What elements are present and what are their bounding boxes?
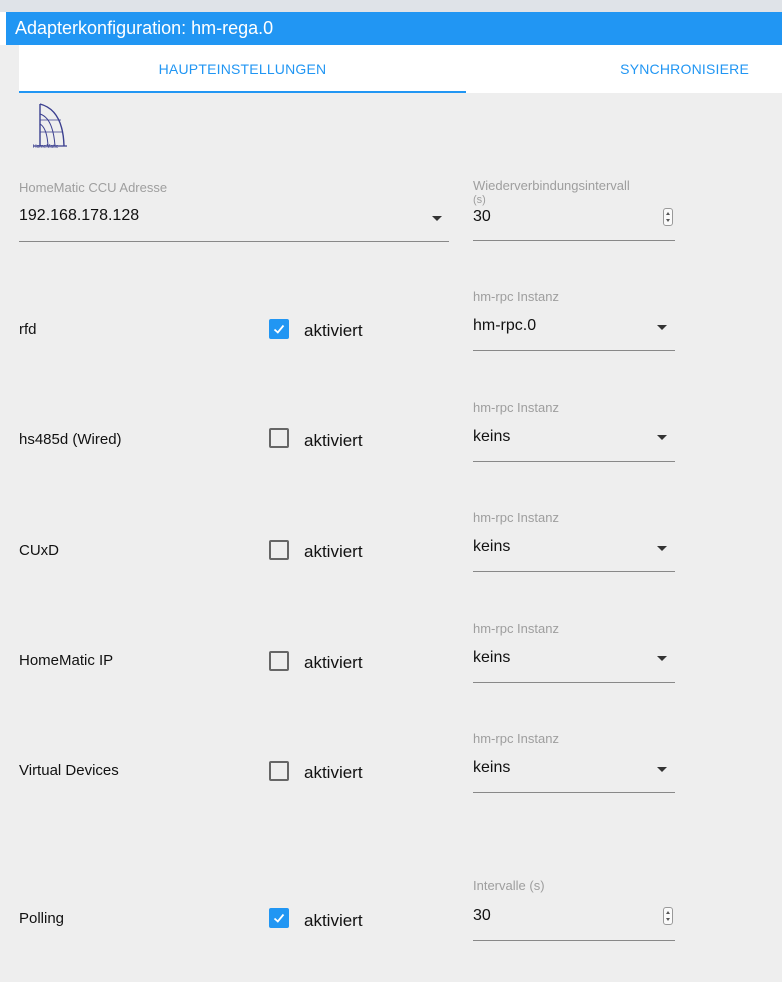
rfd-instance-label: hm-rpc Instanz <box>473 289 559 304</box>
tab-bar: HAUPTEINSTELLUNGEN SYNCHRONISIERE <box>19 45 782 93</box>
reconnect-interval-label: Wiederverbindungsintervall <box>473 178 630 193</box>
reconnect-interval-spinner-icon[interactable] <box>663 208 673 226</box>
ccu-address-underline <box>19 241 449 242</box>
homematic-ip-instance-dropdown-icon[interactable] <box>657 656 667 661</box>
homematic-ip-enabled-label: aktiviert <box>304 653 363 672</box>
hs485d-instance-label: hm-rpc Instanz <box>473 400 559 415</box>
check-icon <box>273 913 285 923</box>
virtual-devices-instance-underline <box>473 792 675 793</box>
hs485d-instance-dropdown-icon[interactable] <box>657 435 667 440</box>
cuxd-instance-select[interactable]: keins <box>473 538 510 556</box>
rfd-instance-underline <box>473 350 675 351</box>
virtual-devices-instance-dropdown-icon[interactable] <box>657 767 667 772</box>
hs485d-enabled-checkbox[interactable] <box>269 428 289 448</box>
check-icon <box>273 324 285 334</box>
tab-main-settings[interactable]: HAUPTEINSTELLUNGEN <box>19 45 466 93</box>
reconnect-interval-input[interactable]: 30 <box>473 208 491 226</box>
homematic-logo-text: HomeMatic <box>33 144 59 150</box>
cuxd-instance-underline <box>473 571 675 572</box>
browser-top-strip <box>0 0 782 12</box>
rfd-instance-dropdown-icon[interactable] <box>657 325 667 330</box>
polling-interval-spinner-icon[interactable] <box>663 907 673 925</box>
hs485d-instance-select[interactable]: keins <box>473 428 510 446</box>
polling-interval-underline <box>473 940 675 941</box>
row-label-hs485d: hs485d (Wired) <box>19 431 122 448</box>
polling-enabled-label: aktiviert <box>304 911 363 930</box>
row-label-homematic-ip: HomeMatic IP <box>19 652 114 669</box>
rfd-enabled-checkbox[interactable] <box>269 319 289 339</box>
virtual-devices-instance-select[interactable]: keins <box>473 759 510 777</box>
polling-interval-input[interactable]: 30 <box>473 907 491 925</box>
row-label-virtual-devices: Virtual Devices <box>19 762 119 779</box>
rfd-enabled-label: aktiviert <box>304 321 363 340</box>
row-label-cuxd: CUxD <box>19 542 59 559</box>
hs485d-enabled-label: aktiviert <box>304 431 363 450</box>
polling-interval-label: Intervalle (s) <box>473 878 545 893</box>
row-label-polling: Polling <box>19 910 65 927</box>
reconnect-interval-unit: (s) <box>473 194 486 206</box>
virtual-devices-enabled-checkbox[interactable] <box>269 761 289 781</box>
polling-enabled-checkbox[interactable] <box>269 908 289 928</box>
cuxd-enabled-label: aktiviert <box>304 542 363 561</box>
rfd-instance-select[interactable]: hm-rpc.0 <box>473 317 536 335</box>
homematic-ip-instance-select[interactable]: keins <box>473 649 510 667</box>
homematic-ip-instance-underline <box>473 682 675 683</box>
window-title: Adapterkonfiguration: hm-rega.0 <box>6 12 782 45</box>
active-tab-indicator <box>19 91 466 93</box>
row-label-rfd: rfd <box>19 321 37 338</box>
ccu-address-value[interactable]: 192.168.178.128 <box>19 207 139 225</box>
homematic-ip-instance-label: hm-rpc Instanz <box>473 621 559 636</box>
ccu-address-label: HomeMatic CCU Adresse <box>19 180 168 195</box>
cuxd-instance-dropdown-icon[interactable] <box>657 546 667 551</box>
ccu-address-dropdown-icon[interactable] <box>432 216 442 221</box>
virtual-devices-instance-label: hm-rpc Instanz <box>473 731 559 746</box>
virtual-devices-enabled-label: aktiviert <box>304 763 363 782</box>
homematic-logo: HomeMatic <box>31 100 69 152</box>
tab-synchronize[interactable]: SYNCHRONISIERE <box>466 45 782 93</box>
reconnect-interval-underline <box>473 240 675 241</box>
cuxd-instance-label: hm-rpc Instanz <box>473 510 559 525</box>
hs485d-instance-underline <box>473 461 675 462</box>
cuxd-enabled-checkbox[interactable] <box>269 540 289 560</box>
homematic-ip-enabled-checkbox[interactable] <box>269 651 289 671</box>
